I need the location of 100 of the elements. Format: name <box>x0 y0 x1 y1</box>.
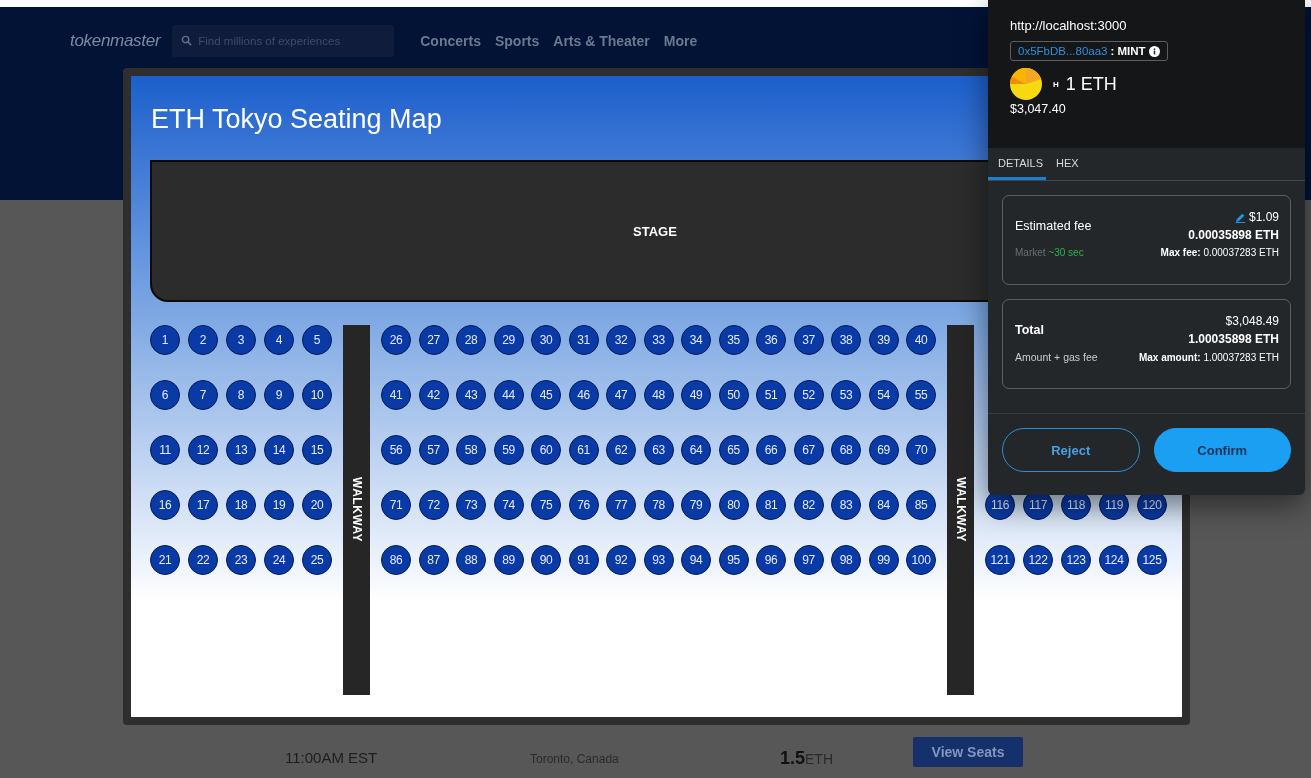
seat[interactable]: 91 <box>568 545 599 575</box>
seat[interactable]: 58 <box>456 435 486 465</box>
view-seats-button[interactable]: View Seats <box>913 736 1023 767</box>
seat[interactable]: 81 <box>756 490 786 520</box>
seat[interactable]: 21 <box>150 545 180 575</box>
seat[interactable]: 22 <box>188 545 218 575</box>
info-icon[interactable] <box>1148 45 1160 57</box>
contract-pill[interactable]: 0x5FbDB...80aa3 : MINT <box>1010 41 1168 61</box>
seat[interactable]: 125 <box>1137 545 1167 575</box>
seat[interactable]: 36 <box>756 325 786 355</box>
seat[interactable]: 80 <box>718 490 749 520</box>
seat[interactable]: 40 <box>906 325 936 355</box>
seat[interactable]: 8 <box>226 380 256 410</box>
seat[interactable]: 71 <box>381 490 411 520</box>
seat[interactable]: 11 <box>150 435 180 465</box>
seat[interactable]: 68 <box>831 435 861 465</box>
seat[interactable]: 25 <box>302 545 332 575</box>
seat[interactable]: 77 <box>606 490 636 520</box>
seat[interactable]: 59 <box>493 435 524 465</box>
seat[interactable]: 3 <box>226 325 256 355</box>
seat[interactable]: 61 <box>568 435 599 465</box>
seat[interactable]: 28 <box>456 325 486 355</box>
seat[interactable]: 79 <box>681 490 711 520</box>
seat[interactable]: 97 <box>793 545 824 575</box>
seat[interactable]: 64 <box>681 435 711 465</box>
seat[interactable]: 4 <box>264 325 294 355</box>
seat[interactable]: 47 <box>606 380 636 410</box>
seat[interactable]: 78 <box>643 490 674 520</box>
seat[interactable]: 42 <box>418 380 449 410</box>
seat[interactable]: 34 <box>681 325 711 355</box>
seat[interactable]: 66 <box>756 435 786 465</box>
seat[interactable]: 10 <box>302 380 332 410</box>
seat[interactable]: 87 <box>418 545 449 575</box>
seat[interactable]: 18 <box>226 490 256 520</box>
seat[interactable]: 67 <box>793 435 824 465</box>
nav-link[interactable]: Arts & Theater <box>553 33 650 49</box>
seat[interactable]: 24 <box>264 545 294 575</box>
seat[interactable]: 70 <box>906 435 936 465</box>
nav-link[interactable]: Concerts <box>420 33 481 49</box>
seat[interactable]: 26 <box>381 325 411 355</box>
seat[interactable]: 17 <box>188 490 218 520</box>
seat[interactable]: 13 <box>226 435 256 465</box>
seat[interactable]: 44 <box>493 380 524 410</box>
seat[interactable]: 27 <box>418 325 449 355</box>
seat[interactable]: 92 <box>606 545 636 575</box>
seat[interactable]: 94 <box>681 545 711 575</box>
seat[interactable]: 39 <box>868 325 899 355</box>
seat[interactable]: 56 <box>381 435 411 465</box>
seat[interactable]: 46 <box>568 380 599 410</box>
seat[interactable]: 75 <box>531 490 561 520</box>
seat[interactable]: 19 <box>264 490 294 520</box>
seat[interactable]: 52 <box>793 380 824 410</box>
seat[interactable]: 41 <box>381 380 411 410</box>
seat[interactable]: 72 <box>418 490 449 520</box>
seat[interactable]: 48 <box>643 380 674 410</box>
seat[interactable]: 124 <box>1099 545 1129 575</box>
confirm-button[interactable]: Confirm <box>1153 428 1291 472</box>
seat[interactable]: 60 <box>531 435 561 465</box>
seat[interactable]: 6 <box>150 380 180 410</box>
seat[interactable]: 20 <box>302 490 332 520</box>
seat[interactable]: 54 <box>868 380 899 410</box>
seat[interactable]: 63 <box>643 435 674 465</box>
nav-link[interactable]: More <box>663 33 698 49</box>
nav-link[interactable]: Sports <box>494 33 540 49</box>
seat[interactable]: 65 <box>718 435 749 465</box>
seat[interactable]: 96 <box>756 545 786 575</box>
seat[interactable]: 73 <box>456 490 486 520</box>
seat[interactable]: 30 <box>531 325 561 355</box>
seat[interactable]: 15 <box>302 435 332 465</box>
seat[interactable]: 43 <box>456 380 486 410</box>
seat[interactable]: 1 <box>150 325 180 355</box>
seat[interactable]: 33 <box>643 325 674 355</box>
seat[interactable]: 53 <box>831 380 861 410</box>
tab[interactable]: DETAILS <box>988 148 1046 180</box>
logo[interactable]: tokenmaster <box>70 31 161 51</box>
seat[interactable]: 37 <box>793 325 824 355</box>
seat[interactable]: 85 <box>906 490 936 520</box>
seat[interactable]: 83 <box>831 490 861 520</box>
seat[interactable]: 7 <box>188 380 218 410</box>
seat[interactable]: 49 <box>681 380 711 410</box>
seat[interactable]: 100 <box>906 545 936 575</box>
seat[interactable]: 74 <box>493 490 524 520</box>
pencil-icon[interactable] <box>1234 211 1246 223</box>
seat[interactable]: 88 <box>456 545 486 575</box>
seat[interactable]: 45 <box>531 380 561 410</box>
seat[interactable]: 55 <box>906 380 936 410</box>
seat[interactable]: 32 <box>606 325 636 355</box>
seat[interactable]: 9 <box>264 380 294 410</box>
seat[interactable]: 38 <box>831 325 861 355</box>
seat[interactable]: 29 <box>493 325 524 355</box>
seat[interactable]: 57 <box>418 435 449 465</box>
seat[interactable]: 35 <box>718 325 749 355</box>
seat[interactable]: 12 <box>188 435 218 465</box>
seat[interactable]: 50 <box>718 380 749 410</box>
seat[interactable]: 82 <box>793 490 824 520</box>
seat[interactable]: 86 <box>381 545 411 575</box>
seat[interactable]: 62 <box>606 435 636 465</box>
seat[interactable]: 14 <box>264 435 294 465</box>
seat[interactable]: 123 <box>1061 545 1091 575</box>
seat[interactable]: 98 <box>831 545 861 575</box>
